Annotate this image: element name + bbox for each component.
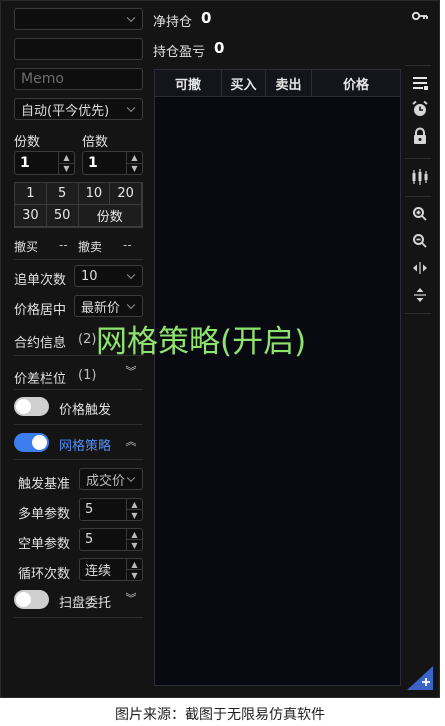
- chase-count-select[interactable]: 10: [74, 265, 143, 287]
- trigger-base-label: 触发基准: [18, 477, 71, 492]
- net-position-value: 0: [201, 9, 212, 27]
- contract-info-label[interactable]: 合约信息: [14, 332, 66, 351]
- add-icon[interactable]: [407, 666, 433, 690]
- chevron-down-icon: [126, 103, 136, 113]
- chevron-down-icon: [126, 473, 136, 483]
- table-header: 可撤 买入 卖出 价格: [155, 70, 400, 97]
- decrement-icon[interactable]: ▼: [127, 162, 142, 175]
- toolbar-divider: [405, 158, 431, 159]
- expand-horizontal-icon[interactable]: [411, 259, 429, 277]
- double-chevron-up-icon[interactable]: ︽: [125, 436, 137, 448]
- price-trigger-toggle[interactable]: [14, 397, 49, 416]
- qty-stepper[interactable]: 1 ▲ ▼: [14, 151, 75, 175]
- price-trigger-label: 价格触发: [59, 403, 112, 418]
- price-center-label: 价格居中: [14, 303, 67, 318]
- toolbar-divider: [405, 65, 431, 66]
- contract-input[interactable]: [14, 38, 143, 60]
- grid-strategy-label: 网格策略: [59, 439, 112, 454]
- decrement-icon[interactable]: ▼: [127, 569, 142, 580]
- quick-qty-button[interactable]: 份数: [78, 205, 142, 227]
- decrement-icon[interactable]: ▼: [127, 509, 142, 520]
- cancel-sell-label[interactable]: 撤卖: [78, 238, 102, 255]
- quick-qty-button[interactable]: 1: [15, 183, 47, 205]
- double-chevron-down-icon[interactable]: ︾: [125, 366, 137, 378]
- quick-qty-button[interactable]: 5: [46, 183, 79, 205]
- column-price[interactable]: 价格: [312, 70, 400, 96]
- quick-qty-button[interactable]: 10: [78, 183, 111, 205]
- loop-count-label: 循环次数: [18, 567, 71, 582]
- quick-qty-button[interactable]: 30: [15, 205, 47, 227]
- pnl-label: 持仓盈亏: [153, 45, 206, 60]
- expand-vertical-icon[interactable]: [411, 286, 429, 304]
- divider: [14, 424, 143, 425]
- chevron-down-icon: [126, 270, 136, 280]
- image-caption: 图片来源：截图于无限易仿真软件: [115, 707, 325, 723]
- mode-select[interactable]: 自动(平今优先): [14, 98, 143, 120]
- divider: [14, 459, 143, 460]
- sweep-order-label: 扫盘委托: [59, 596, 112, 611]
- long-param-label: 多单参数: [18, 507, 71, 522]
- zoom-out-icon[interactable]: [411, 232, 429, 250]
- trading-panel: Memo 自动(平今优先) 净持仓 0 持仓盈亏 0 份数 倍数 1 ▲ ▼ 1 …: [0, 0, 440, 698]
- divider: [14, 389, 143, 390]
- mult-label: 倍数: [82, 135, 109, 150]
- quick-qty-button[interactable]: 50: [46, 205, 79, 227]
- quick-qty-button[interactable]: 20: [110, 183, 142, 205]
- cancel-buy-value: --: [59, 238, 68, 252]
- toolbar-divider: [405, 313, 431, 314]
- spread-position-count: (1): [78, 368, 97, 383]
- increment-icon[interactable]: ▲: [127, 499, 142, 509]
- candlestick-icon[interactable]: [411, 168, 429, 186]
- qty-label: 份数: [14, 135, 41, 150]
- increment-icon[interactable]: ▲: [59, 152, 74, 163]
- increment-icon[interactable]: ▲: [127, 559, 142, 569]
- divider: [14, 617, 143, 618]
- short-param-label: 空单参数: [18, 537, 71, 552]
- long-param-stepper[interactable]: 5 ▲ ▼: [79, 498, 143, 521]
- multiplier-stepper[interactable]: 1 ▲ ▼: [82, 151, 143, 175]
- increment-icon[interactable]: ▲: [127, 529, 142, 539]
- column-cancelable[interactable]: 可撤: [155, 70, 222, 96]
- increment-icon[interactable]: ▲: [127, 152, 142, 163]
- divider: [14, 259, 143, 260]
- decrement-icon[interactable]: ▼: [127, 539, 142, 550]
- key-icon[interactable]: [411, 7, 429, 25]
- cancel-sell-value: --: [123, 238, 132, 252]
- column-sell[interactable]: 卖出: [266, 70, 312, 96]
- pnl-value: 0: [214, 39, 225, 57]
- spread-position-label[interactable]: 价差栏位: [14, 368, 66, 387]
- decrement-icon[interactable]: ▼: [59, 162, 74, 175]
- sweep-order-toggle[interactable]: [14, 590, 49, 609]
- grid-strategy-toggle[interactable]: [14, 433, 49, 452]
- order-book-table: 可撤 买入 卖出 价格: [154, 69, 401, 686]
- overlay-title: 网格策略(开启): [96, 324, 307, 360]
- memo-input[interactable]: Memo: [14, 68, 143, 90]
- contract-info-count: (2): [78, 332, 97, 347]
- trigger-base-select[interactable]: 成交价: [79, 468, 143, 490]
- loop-count-stepper[interactable]: 连续 ▲ ▼: [79, 558, 143, 581]
- chase-count-label: 追单次数: [14, 273, 67, 288]
- lock-icon[interactable]: [411, 127, 429, 145]
- quick-qty-grid: 1 5 10 20 30 50 份数: [14, 182, 143, 228]
- double-chevron-down-icon[interactable]: ︾: [125, 593, 137, 605]
- zoom-in-icon[interactable]: [411, 205, 429, 223]
- account-select[interactable]: [14, 8, 143, 30]
- chevron-down-icon: [126, 300, 136, 310]
- chevron-down-icon: [126, 13, 136, 23]
- net-position-label: 净持仓: [153, 15, 193, 30]
- short-param-stepper[interactable]: 5 ▲ ▼: [79, 528, 143, 551]
- alarm-clock-icon[interactable]: [411, 100, 429, 118]
- price-center-select[interactable]: 最新价: [74, 295, 143, 317]
- cancel-buy-label[interactable]: 撤买: [14, 238, 38, 255]
- toolbar-divider: [405, 196, 431, 197]
- menu-lines-icon[interactable]: [411, 74, 429, 92]
- column-buy[interactable]: 买入: [222, 70, 266, 96]
